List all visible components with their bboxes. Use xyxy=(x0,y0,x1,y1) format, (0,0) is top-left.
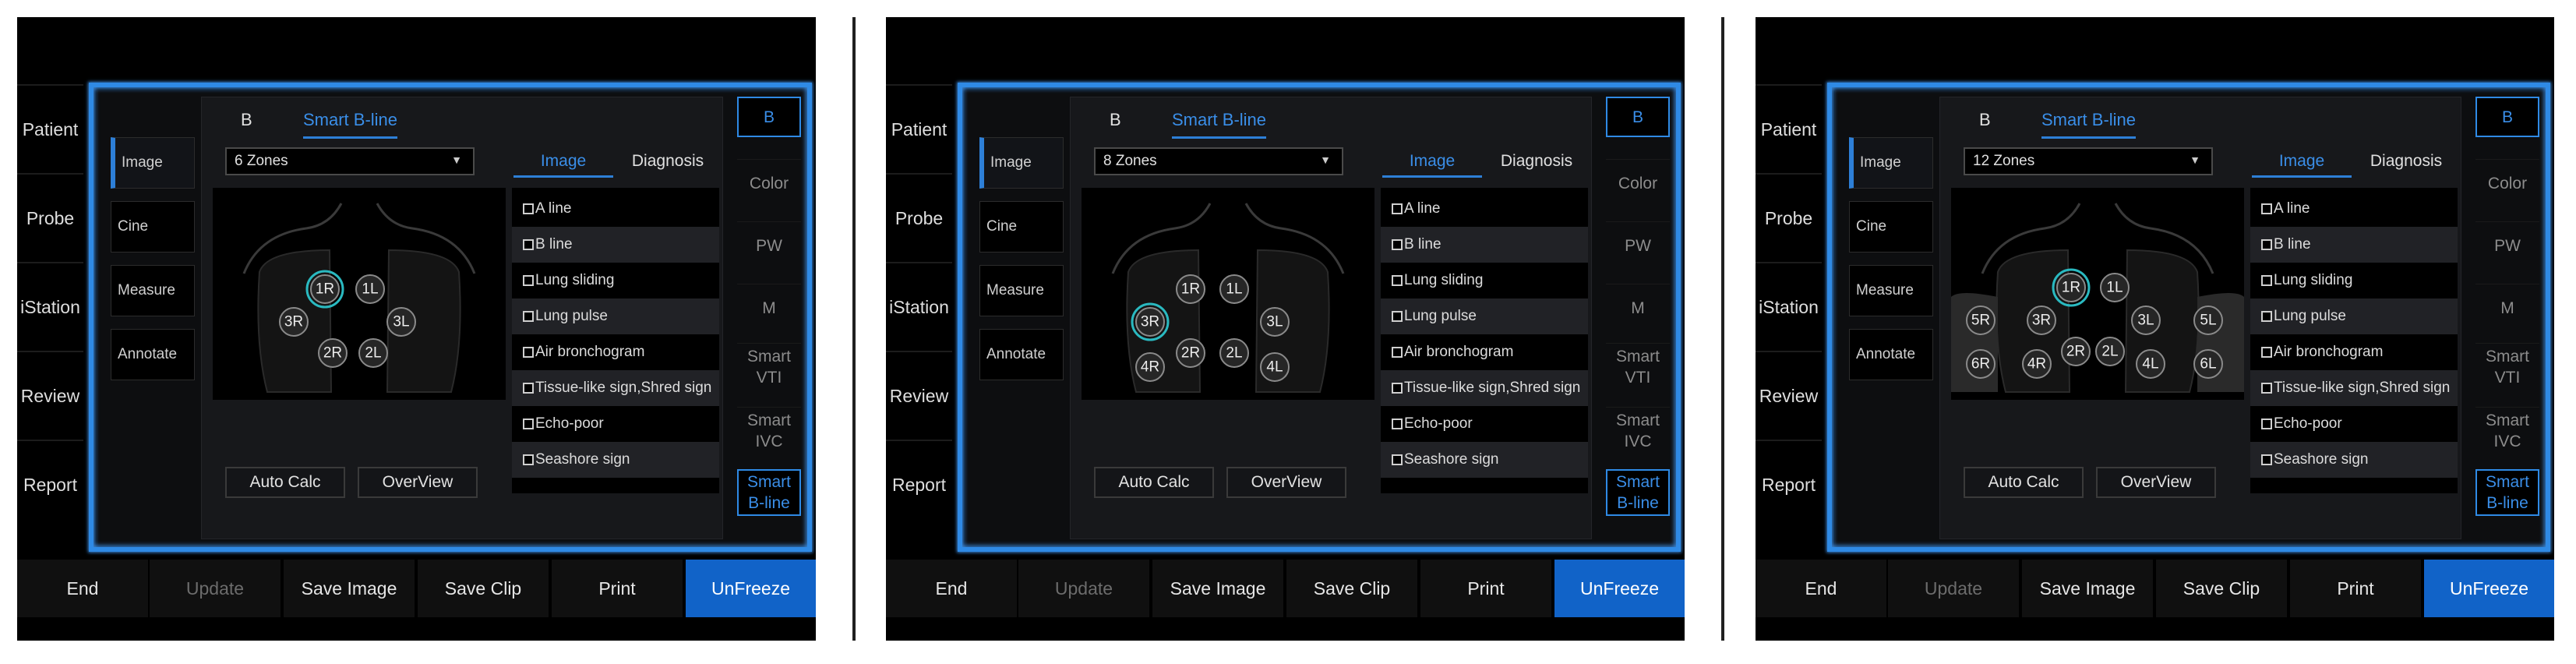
nav-item-review[interactable]: Review xyxy=(17,351,83,440)
nav-item-report[interactable]: Report xyxy=(886,440,952,528)
highlight-frame xyxy=(958,83,1681,552)
unfreeze-button[interactable]: UnFreeze xyxy=(686,560,816,617)
print-button[interactable]: Print xyxy=(1420,560,1553,617)
unfreeze-button[interactable]: UnFreeze xyxy=(2424,560,2554,617)
save-clip-button[interactable]: Save Clip xyxy=(2156,560,2288,617)
ultrasound-screen: Patient Probe iStation Review Report Image Cin… xyxy=(17,17,816,641)
nav-item-istation[interactable]: iStation xyxy=(17,262,83,351)
bottom-bar: End Update Save Image Save Clip Print UnFreez… xyxy=(1756,560,2554,641)
highlight-frame xyxy=(1827,83,2550,552)
update-button[interactable]: Update xyxy=(150,560,282,617)
ultrasound-screen: Patient Probe iStation Review Report Image Cin… xyxy=(1756,17,2554,641)
save-image-button[interactable]: Save Image xyxy=(2022,560,2154,617)
nav-item-review[interactable]: Review xyxy=(886,351,952,440)
nav-item-istation[interactable]: iStation xyxy=(1756,262,1822,351)
save-image-button[interactable]: Save Image xyxy=(1152,560,1285,617)
end-button[interactable]: End xyxy=(1756,560,1888,617)
bottom-bar: End Update Save Image Save Clip Print UnFreez… xyxy=(17,560,816,641)
nav-item-report[interactable]: Report xyxy=(1756,440,1822,528)
save-clip-button[interactable]: Save Clip xyxy=(1286,560,1419,617)
nav-item-probe[interactable]: Probe xyxy=(1756,173,1822,262)
nav-item-report[interactable]: Report xyxy=(17,440,83,528)
save-image-button[interactable]: Save Image xyxy=(284,560,416,617)
print-button[interactable]: Print xyxy=(2290,560,2422,617)
unfreeze-button[interactable]: UnFreeze xyxy=(1554,560,1685,617)
update-button[interactable]: Update xyxy=(1018,560,1151,617)
end-button[interactable]: End xyxy=(17,560,150,617)
nav-item-probe[interactable]: Probe xyxy=(886,173,952,262)
nav-item-patient[interactable]: Patient xyxy=(1756,84,1822,173)
print-button[interactable]: Print xyxy=(552,560,684,617)
save-clip-button[interactable]: Save Clip xyxy=(418,560,550,617)
ultrasound-screen: Patient Probe iStation Review Report Image Cin… xyxy=(886,17,1685,641)
screen-divider xyxy=(852,17,856,641)
end-button[interactable]: End xyxy=(886,560,1018,617)
nav-item-patient[interactable]: Patient xyxy=(17,84,83,173)
nav-item-patient[interactable]: Patient xyxy=(886,84,952,173)
highlight-frame xyxy=(89,83,812,552)
nav-item-probe[interactable]: Probe xyxy=(17,173,83,262)
nav-item-istation[interactable]: iStation xyxy=(886,262,952,351)
nav-item-review[interactable]: Review xyxy=(1756,351,1822,440)
screen-divider xyxy=(1721,17,1724,641)
update-button[interactable]: Update xyxy=(1888,560,2020,617)
bottom-bar: End Update Save Image Save Clip Print UnFreez… xyxy=(886,560,1685,641)
